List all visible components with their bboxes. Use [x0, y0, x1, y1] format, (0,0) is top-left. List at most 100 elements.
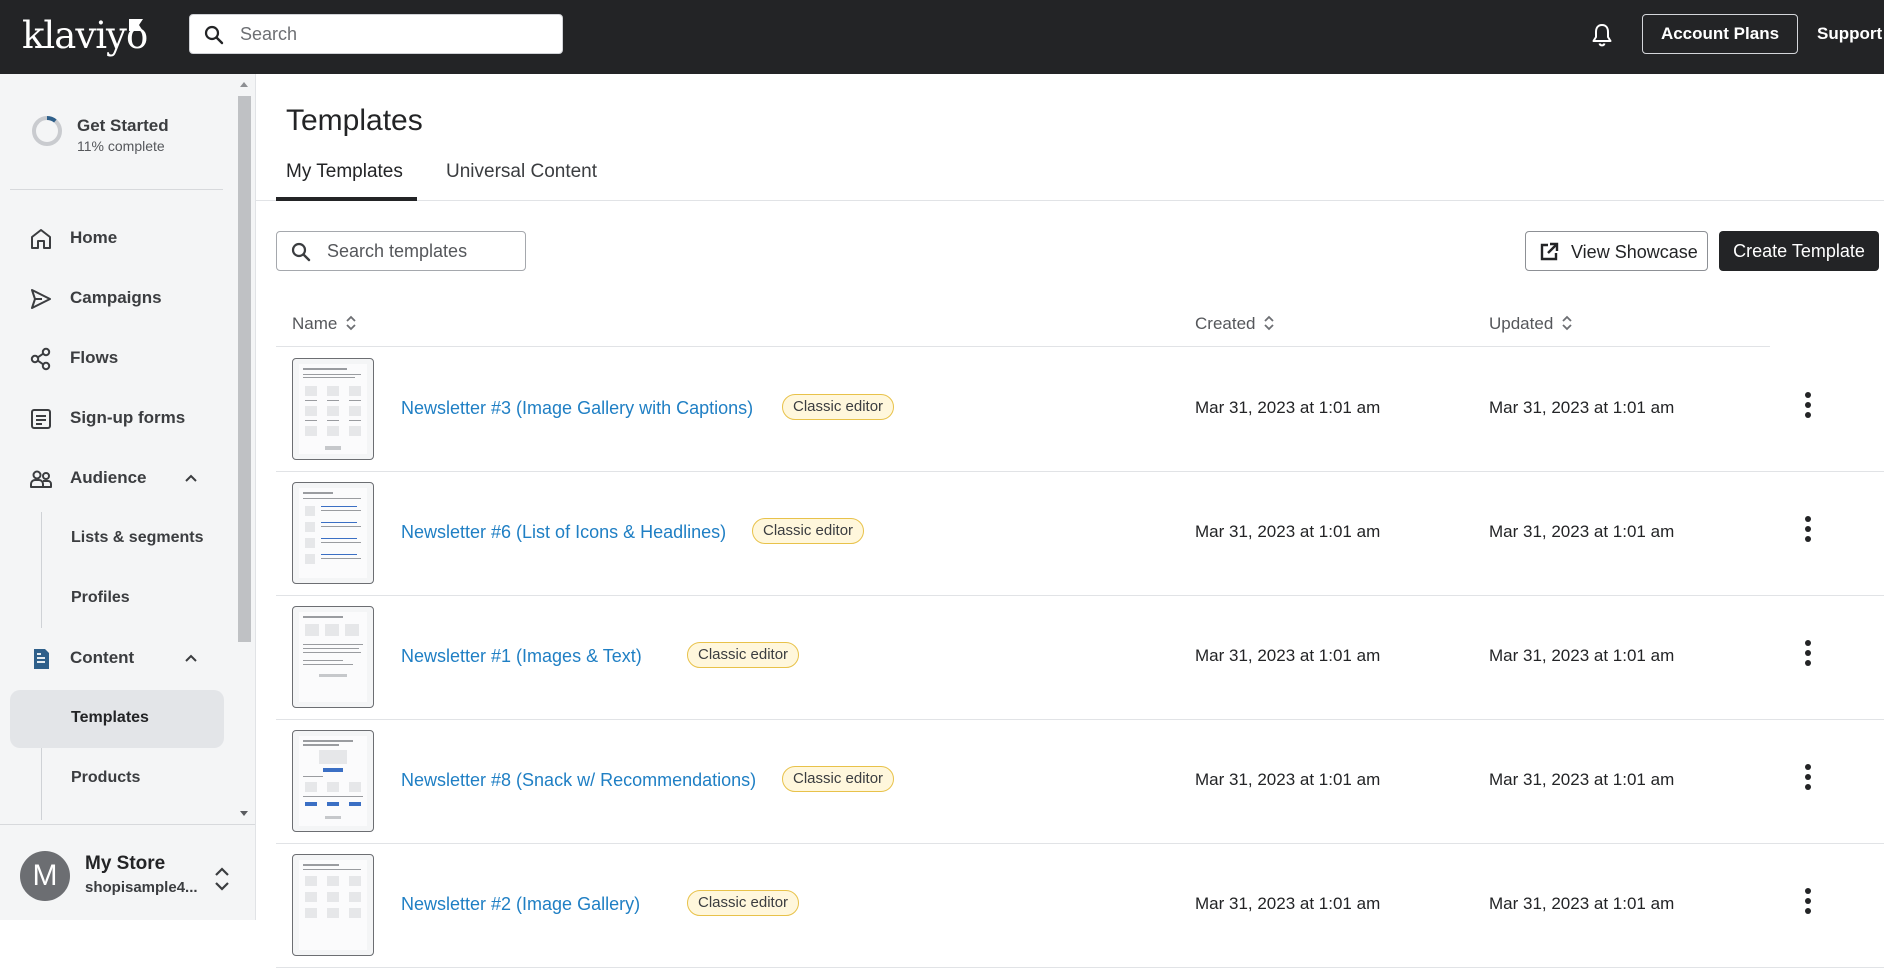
updated-date: Mar 31, 2023 at 1:01 am [1489, 522, 1675, 541]
template-thumbnail[interactable] [292, 854, 374, 956]
column-created[interactable]: Created [1195, 314, 1275, 335]
kebab-icon[interactable] [1800, 640, 1816, 670]
bell-icon[interactable] [1590, 22, 1614, 48]
account-plans-button[interactable]: Account Plans [1642, 14, 1798, 54]
chevron-up-icon[interactable] [183, 650, 199, 666]
kebab-icon[interactable] [1800, 764, 1816, 794]
audience-icon [30, 470, 52, 488]
template-name-link[interactable]: Newsletter #2 (Image Gallery) [401, 894, 640, 915]
nav-signup-forms[interactable]: Sign-up forms [10, 390, 224, 446]
nav-lists-segments[interactable]: Lists & segments [10, 510, 224, 568]
support-link[interactable]: Support [1817, 22, 1882, 46]
global-search-input[interactable] [240, 15, 550, 53]
table-row[interactable]: Newsletter #3 (Image Gallery with Captio… [276, 348, 1884, 472]
template-thumbnail[interactable] [292, 606, 374, 708]
form-icon [31, 409, 51, 429]
column-updated-label: Updated [1489, 314, 1554, 333]
nav-products[interactable]: Products [10, 750, 224, 808]
nav-audience[interactable]: Audience [10, 450, 224, 506]
nav-templates-label: Templates [71, 709, 149, 726]
create-template-button[interactable]: Create Template [1719, 231, 1879, 271]
nav-templates[interactable]: Templates [10, 690, 224, 748]
updated-date: Mar 31, 2023 at 1:01 am [1489, 646, 1675, 665]
sidebar-scrollbar[interactable] [236, 74, 252, 824]
global-search[interactable] [189, 14, 563, 54]
template-name-link[interactable]: Newsletter #1 (Images & Text) [401, 646, 642, 667]
kebab-icon[interactable] [1800, 888, 1816, 918]
template-name-link[interactable]: Newsletter #8 (Snack w/ Recommendations) [401, 770, 756, 791]
classic-editor-badge: Classic editor [752, 518, 865, 544]
created-date: Mar 31, 2023 at 1:01 am [1195, 398, 1381, 417]
templates-search-input[interactable] [327, 232, 517, 270]
nav-signup-forms-label: Sign-up forms [70, 408, 186, 427]
template-thumbnail[interactable] [292, 730, 374, 832]
nav-content[interactable]: Content [10, 630, 224, 686]
view-showcase-button[interactable]: View Showcase [1525, 231, 1708, 271]
classic-editor-badge: Classic editor [687, 642, 800, 668]
created-date: Mar 31, 2023 at 1:01 am [1195, 646, 1381, 665]
created-date: Mar 31, 2023 at 1:01 am [1195, 522, 1381, 541]
flows-icon [30, 347, 51, 371]
scrollbar-thumb[interactable] [238, 96, 251, 642]
template-thumbnail[interactable] [292, 482, 374, 584]
kebab-icon[interactable] [1800, 392, 1816, 422]
classic-editor-badge: Classic editor [782, 394, 895, 420]
sort-icon [1264, 315, 1275, 330]
table-row[interactable]: Newsletter #2 (Image Gallery) Classic ed… [276, 844, 1884, 968]
top-bar: klaviyo Account Plans Support [0, 0, 1884, 74]
page-title: Templates [286, 104, 423, 137]
nav-audience-label: Audience [70, 468, 147, 487]
logo-flag-icon [129, 19, 143, 31]
table-row[interactable]: Newsletter #8 (Snack w/ Recommendations)… [276, 720, 1884, 844]
sort-icon [346, 315, 356, 330]
table-row[interactable]: Newsletter #6 (List of Icons & Headlines… [276, 472, 1884, 596]
updated-date: Mar 31, 2023 at 1:01 am [1489, 770, 1675, 789]
chevron-up-icon[interactable] [183, 470, 199, 486]
sidebar: Get Started 11% complete Home Campaigns … [0, 74, 256, 920]
templates-search[interactable] [276, 231, 526, 271]
template-name-link[interactable]: Newsletter #3 (Image Gallery with Captio… [401, 398, 753, 419]
tab-my-templates[interactable]: My Templates [276, 150, 417, 201]
tab-universal-content[interactable]: Universal Content [446, 150, 616, 201]
external-link-icon [1540, 242, 1559, 261]
nav-products-label: Products [71, 769, 141, 786]
main-content: Templates My Templates Universal Content… [256, 74, 1884, 968]
avatar: M [20, 851, 70, 901]
nav-content-label: Content [70, 648, 135, 667]
kebab-icon[interactable] [1800, 516, 1816, 546]
nav-flows-label: Flows [70, 348, 119, 367]
get-started-title: Get Started [77, 116, 169, 135]
table-header: Name Created Updated [276, 304, 1770, 347]
nav-lists-segments-label: Lists & segments [71, 529, 204, 546]
nav-flows[interactable]: Flows [10, 330, 224, 386]
sort-icon [1562, 315, 1572, 330]
search-icon [291, 242, 311, 262]
sidebar-divider [10, 189, 223, 190]
search-icon [204, 25, 224, 45]
nav-campaigns[interactable]: Campaigns [10, 270, 224, 326]
nav-home-label: Home [70, 228, 118, 247]
home-icon [31, 229, 51, 249]
column-created-label: Created [1195, 314, 1256, 333]
view-showcase-label: View Showcase [1571, 242, 1698, 262]
table-row[interactable]: Newsletter #1 (Images & Text) Classic ed… [276, 596, 1884, 720]
nav-home[interactable]: Home [10, 210, 224, 266]
chevron-updown-icon[interactable] [212, 865, 232, 893]
get-started-progress-text: 11% complete [77, 138, 165, 154]
nav-campaigns-label: Campaigns [70, 288, 162, 307]
tabs-bar: My Templates Universal Content [256, 150, 1884, 201]
store-switcher[interactable]: M My Store shopisample4... [0, 824, 255, 920]
send-icon [31, 289, 51, 309]
content-icon [34, 649, 49, 669]
template-name-link[interactable]: Newsletter #6 (List of Icons & Headlines… [401, 522, 726, 543]
classic-editor-badge: Classic editor [782, 766, 895, 792]
scroll-up-arrow[interactable] [240, 82, 248, 87]
column-name[interactable]: Name [292, 314, 357, 335]
created-date: Mar 31, 2023 at 1:01 am [1195, 894, 1381, 913]
template-thumbnail[interactable] [292, 358, 374, 460]
scroll-down-arrow[interactable] [240, 811, 248, 816]
classic-editor-badge: Classic editor [687, 890, 800, 916]
nav-profiles[interactable]: Profiles [10, 570, 224, 628]
progress-ring [32, 116, 62, 146]
column-updated[interactable]: Updated [1489, 314, 1573, 335]
